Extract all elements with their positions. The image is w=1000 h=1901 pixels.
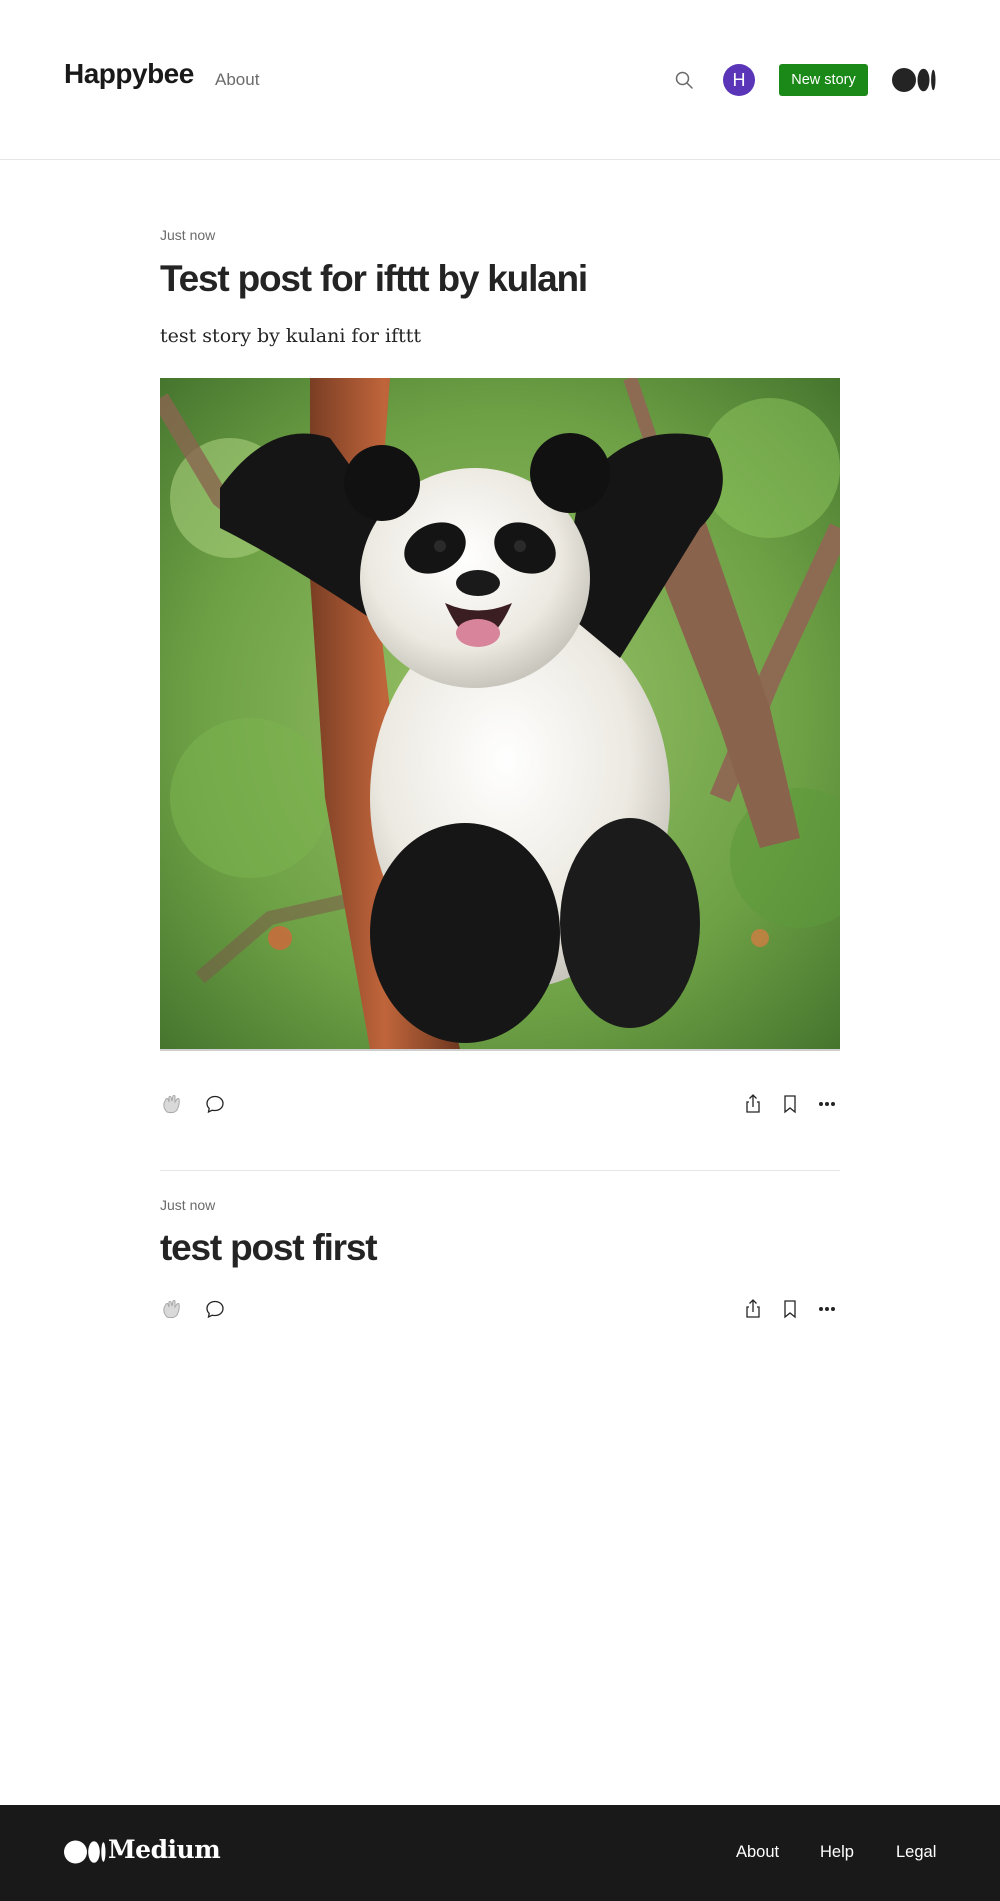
- share-icon[interactable]: [741, 1297, 765, 1321]
- medium-logo-icon[interactable]: [64, 1840, 106, 1864]
- share-icon[interactable]: [741, 1092, 765, 1116]
- bookmark-icon[interactable]: [778, 1092, 802, 1116]
- comment-icon[interactable]: [203, 1297, 227, 1321]
- avatar[interactable]: H: [723, 64, 755, 96]
- medium-logo-icon[interactable]: [892, 68, 936, 92]
- footer-link-help[interactable]: Help: [820, 1843, 854, 1862]
- clap-icon[interactable]: [160, 1092, 184, 1116]
- post-subtitle[interactable]: test story by kulani for ifttt: [160, 325, 421, 347]
- panda-photo[interactable]: [160, 378, 840, 1051]
- more-icon[interactable]: [815, 1092, 839, 1116]
- search-icon[interactable]: [672, 68, 696, 92]
- comment-icon[interactable]: [203, 1092, 227, 1116]
- publication-name[interactable]: Happybee: [64, 58, 194, 90]
- post-timestamp: Just now: [160, 1197, 216, 1213]
- post-actions: [160, 1092, 840, 1120]
- medium-wordmark[interactable]: Medium: [108, 1835, 221, 1864]
- publication-page: Happybee About H New story Just now Test…: [0, 0, 1000, 1901]
- site-footer: Medium About Help Legal: [0, 1805, 1000, 1901]
- more-icon[interactable]: [815, 1297, 839, 1321]
- footer-link-about[interactable]: About: [736, 1843, 779, 1862]
- clap-icon[interactable]: [160, 1297, 184, 1321]
- post-title[interactable]: test post first: [160, 1227, 378, 1269]
- post-title[interactable]: Test post for ifttt by kulani: [160, 258, 588, 300]
- post-actions: [160, 1297, 840, 1325]
- post-divider: [160, 1170, 840, 1171]
- new-story-button[interactable]: New story: [779, 64, 868, 96]
- site-header: Happybee About H New story: [0, 0, 1000, 160]
- post-timestamp: Just now: [160, 227, 216, 243]
- nav-about-link[interactable]: About: [215, 70, 259, 90]
- bookmark-icon[interactable]: [778, 1297, 802, 1321]
- footer-link-legal[interactable]: Legal: [896, 1843, 936, 1862]
